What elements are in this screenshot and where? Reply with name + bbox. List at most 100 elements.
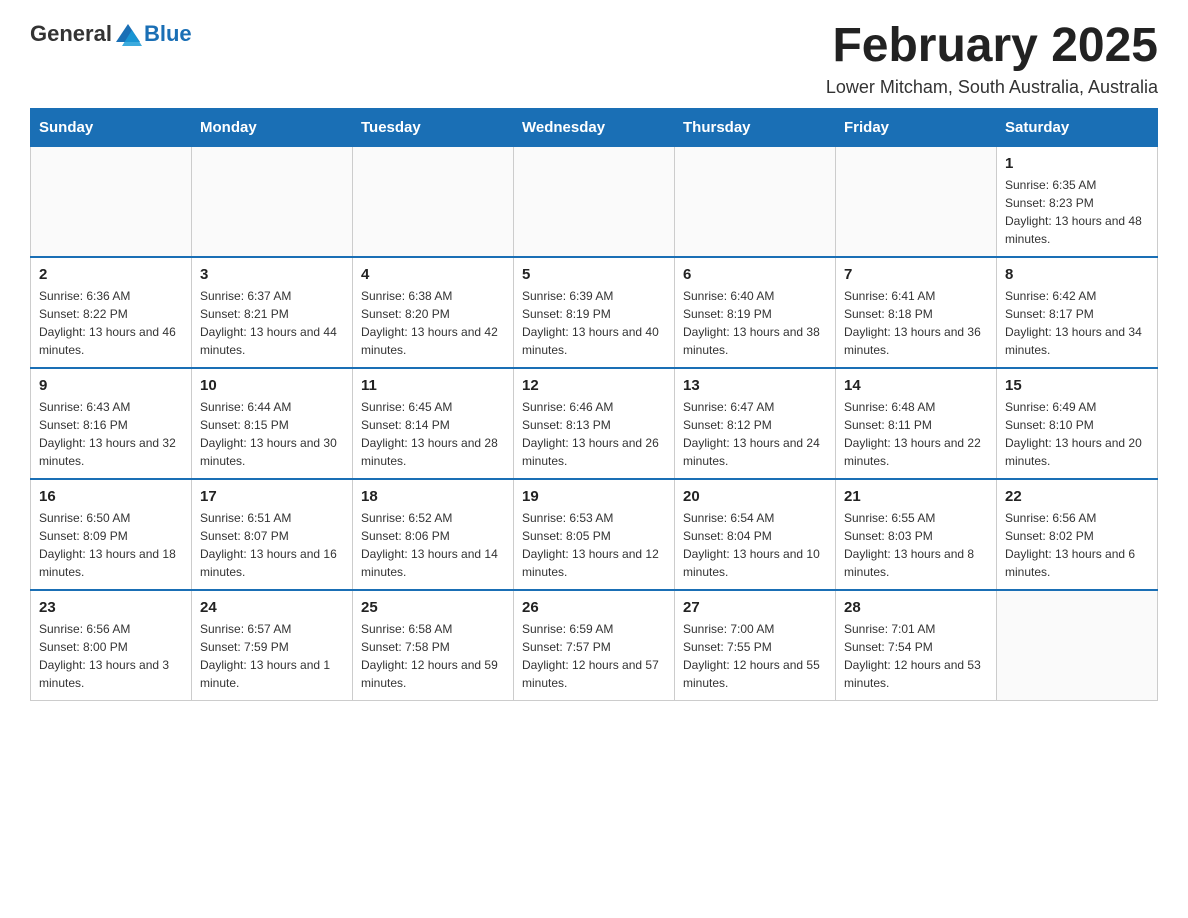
day-number: 8	[1005, 266, 1149, 283]
day-info: Sunrise: 6:52 AM Sunset: 8:06 PM Dayligh…	[361, 509, 505, 581]
day-number: 15	[1005, 377, 1149, 394]
day-info: Sunrise: 6:46 AM Sunset: 8:13 PM Dayligh…	[522, 398, 666, 470]
day-info: Sunrise: 7:01 AM Sunset: 7:54 PM Dayligh…	[844, 620, 988, 692]
table-row	[675, 146, 836, 257]
table-row: 4 Sunrise: 6:38 AM Sunset: 8:20 PM Daylig…	[353, 257, 514, 368]
day-number: 22	[1005, 488, 1149, 505]
day-info: Sunrise: 7:00 AM Sunset: 7:55 PM Dayligh…	[683, 620, 827, 692]
day-info: Sunrise: 6:44 AM Sunset: 8:15 PM Dayligh…	[200, 398, 344, 470]
day-info: Sunrise: 6:43 AM Sunset: 8:16 PM Dayligh…	[39, 398, 183, 470]
table-row: 11 Sunrise: 6:45 AM Sunset: 8:14 PM Dayli…	[353, 368, 514, 479]
day-info: Sunrise: 6:39 AM Sunset: 8:19 PM Dayligh…	[522, 287, 666, 359]
table-row: 12 Sunrise: 6:46 AM Sunset: 8:13 PM Dayli…	[514, 368, 675, 479]
table-row	[31, 146, 192, 257]
day-number: 28	[844, 599, 988, 616]
col-friday: Friday	[836, 108, 997, 146]
table-row: 18 Sunrise: 6:52 AM Sunset: 8:06 PM Dayli…	[353, 479, 514, 590]
col-monday: Monday	[192, 108, 353, 146]
table-row: 15 Sunrise: 6:49 AM Sunset: 8:10 PM Dayli…	[997, 368, 1158, 479]
calendar-title: February 2025	[826, 20, 1158, 73]
day-number: 14	[844, 377, 988, 394]
day-info: Sunrise: 6:48 AM Sunset: 8:11 PM Dayligh…	[844, 398, 988, 470]
table-row: 14 Sunrise: 6:48 AM Sunset: 8:11 PM Dayli…	[836, 368, 997, 479]
logo-icon	[114, 20, 142, 48]
table-row: 24Sunrise: 6:57 AM Sunset: 7:59 PM Dayli…	[192, 590, 353, 701]
day-number: 1	[1005, 155, 1149, 172]
header: General Blue February 2025 Lower Mitcham…	[30, 20, 1158, 98]
table-row: 27 Sunrise: 7:00 AM Sunset: 7:55 PM Dayli…	[675, 590, 836, 701]
day-info: Sunrise: 6:37 AM Sunset: 8:21 PM Dayligh…	[200, 287, 344, 359]
table-row	[192, 146, 353, 257]
calendar-subtitle: Lower Mitcham, South Australia, Australi…	[826, 77, 1158, 98]
col-wednesday: Wednesday	[514, 108, 675, 146]
day-info: Sunrise: 6:51 AM Sunset: 8:07 PM Dayligh…	[200, 509, 344, 581]
table-row: 25Sunrise: 6:58 AM Sunset: 7:58 PM Dayli…	[353, 590, 514, 701]
day-info: Sunrise: 6:45 AM Sunset: 8:14 PM Dayligh…	[361, 398, 505, 470]
day-number: 23	[39, 599, 183, 616]
logo-text-blue: Blue	[144, 21, 192, 47]
calendar-week-row: 23 Sunrise: 6:56 AM Sunset: 8:00 PM Dayli…	[31, 590, 1158, 701]
day-info: Sunrise: 6:36 AM Sunset: 8:22 PM Dayligh…	[39, 287, 183, 359]
day-number: 2	[39, 266, 183, 283]
table-row: 8 Sunrise: 6:42 AM Sunset: 8:17 PM Daylig…	[997, 257, 1158, 368]
table-row: 16Sunrise: 6:50 AM Sunset: 8:09 PM Dayli…	[31, 479, 192, 590]
calendar-table: Sunday Monday Tuesday Wednesday Thursday…	[30, 108, 1158, 701]
day-number: 11	[361, 377, 505, 394]
table-row: 2 Sunrise: 6:36 AM Sunset: 8:22 PM Daylig…	[31, 257, 192, 368]
day-number: 9	[39, 377, 183, 394]
day-number: 18	[361, 488, 505, 505]
day-number: 17	[200, 488, 344, 505]
table-row	[353, 146, 514, 257]
day-number: 16	[39, 488, 183, 505]
col-thursday: Thursday	[675, 108, 836, 146]
day-info: Sunrise: 6:54 AM Sunset: 8:04 PM Dayligh…	[683, 509, 827, 581]
table-row: 22 Sunrise: 6:56 AM Sunset: 8:02 PM Dayli…	[997, 479, 1158, 590]
day-number: 12	[522, 377, 666, 394]
table-row: 13Sunrise: 6:47 AM Sunset: 8:12 PM Dayli…	[675, 368, 836, 479]
day-info: Sunrise: 6:56 AM Sunset: 8:02 PM Dayligh…	[1005, 509, 1149, 581]
day-info: Sunrise: 6:56 AM Sunset: 8:00 PM Dayligh…	[39, 620, 183, 692]
day-number: 20	[683, 488, 827, 505]
col-tuesday: Tuesday	[353, 108, 514, 146]
day-info: Sunrise: 6:42 AM Sunset: 8:17 PM Dayligh…	[1005, 287, 1149, 359]
table-row: 17 Sunrise: 6:51 AM Sunset: 8:07 PM Dayli…	[192, 479, 353, 590]
day-number: 24	[200, 599, 344, 616]
header-row: Sunday Monday Tuesday Wednesday Thursday…	[31, 108, 1158, 146]
day-info: Sunrise: 6:59 AM Sunset: 7:57 PM Dayligh…	[522, 620, 666, 692]
day-number: 7	[844, 266, 988, 283]
table-row: 7Sunrise: 6:41 AM Sunset: 8:18 PM Daylig…	[836, 257, 997, 368]
day-info: Sunrise: 6:38 AM Sunset: 8:20 PM Dayligh…	[361, 287, 505, 359]
day-number: 27	[683, 599, 827, 616]
table-row: 21 Sunrise: 6:55 AM Sunset: 8:03 PM Dayli…	[836, 479, 997, 590]
day-number: 10	[200, 377, 344, 394]
table-row: 19Sunrise: 6:53 AM Sunset: 8:05 PM Dayli…	[514, 479, 675, 590]
day-info: Sunrise: 6:58 AM Sunset: 7:58 PM Dayligh…	[361, 620, 505, 692]
title-area: February 2025 Lower Mitcham, South Austr…	[826, 20, 1158, 98]
col-sunday: Sunday	[31, 108, 192, 146]
day-number: 21	[844, 488, 988, 505]
table-row: 9 Sunrise: 6:43 AM Sunset: 8:16 PM Daylig…	[31, 368, 192, 479]
table-row: 10 Sunrise: 6:44 AM Sunset: 8:15 PM Dayli…	[192, 368, 353, 479]
day-info: Sunrise: 6:55 AM Sunset: 8:03 PM Dayligh…	[844, 509, 988, 581]
table-row: 28 Sunrise: 7:01 AM Sunset: 7:54 PM Dayli…	[836, 590, 997, 701]
table-row: 26 Sunrise: 6:59 AM Sunset: 7:57 PM Dayli…	[514, 590, 675, 701]
day-number: 3	[200, 266, 344, 283]
day-info: Sunrise: 6:49 AM Sunset: 8:10 PM Dayligh…	[1005, 398, 1149, 470]
table-row: 20 Sunrise: 6:54 AM Sunset: 8:04 PM Dayli…	[675, 479, 836, 590]
table-row	[514, 146, 675, 257]
day-info: Sunrise: 6:53 AM Sunset: 8:05 PM Dayligh…	[522, 509, 666, 581]
calendar-week-row: 1 Sunrise: 6:35 AM Sunset: 8:23 PM Daylig…	[31, 146, 1158, 257]
day-info: Sunrise: 6:35 AM Sunset: 8:23 PM Dayligh…	[1005, 176, 1149, 248]
day-number: 13	[683, 377, 827, 394]
calendar-week-row: 2 Sunrise: 6:36 AM Sunset: 8:22 PM Daylig…	[31, 257, 1158, 368]
col-saturday: Saturday	[997, 108, 1158, 146]
logo-text-general: General	[30, 21, 112, 47]
table-row: 5 Sunrise: 6:39 AM Sunset: 8:19 PM Daylig…	[514, 257, 675, 368]
day-number: 4	[361, 266, 505, 283]
table-row: 23 Sunrise: 6:56 AM Sunset: 8:00 PM Dayli…	[31, 590, 192, 701]
table-row	[836, 146, 997, 257]
day-number: 5	[522, 266, 666, 283]
day-info: Sunrise: 6:40 AM Sunset: 8:19 PM Dayligh…	[683, 287, 827, 359]
calendar-week-row: 16Sunrise: 6:50 AM Sunset: 8:09 PM Dayli…	[31, 479, 1158, 590]
day-number: 26	[522, 599, 666, 616]
